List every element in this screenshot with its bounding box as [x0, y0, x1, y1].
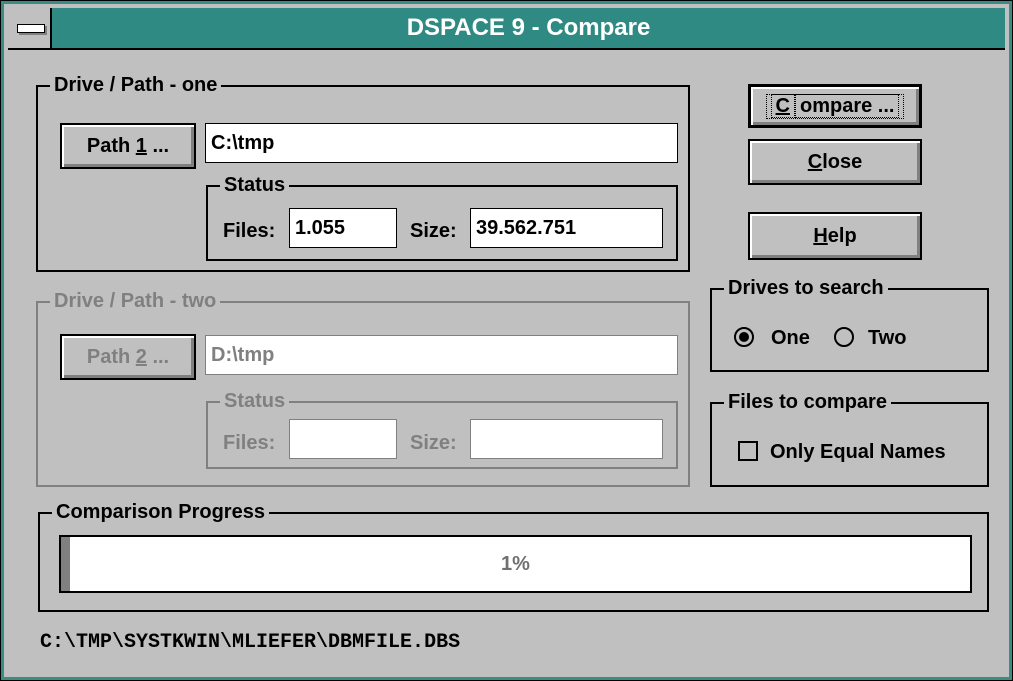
- files-to-compare-label: Files to compare: [724, 391, 891, 413]
- path-two-files-field: [289, 419, 397, 459]
- path-2-button-label: Path 2 ...: [86, 345, 170, 368]
- drive-one-radio[interactable]: [734, 327, 754, 347]
- comparison-progress-label: Comparison Progress: [52, 501, 269, 523]
- path-one-files-field: 1.055: [289, 208, 397, 248]
- path-two-size-field: [470, 419, 663, 459]
- compare-dialog: DSPACE 9 - Compare Drive / Path - one Pa…: [0, 0, 1013, 681]
- drives-to-search-label: Drives to search: [724, 277, 888, 299]
- close-button-label: Close: [807, 150, 863, 173]
- path-two-group-label: Drive / Path - two: [50, 290, 221, 312]
- help-button[interactable]: Help: [748, 212, 922, 260]
- window-title: DSPACE 9 - Compare: [406, 14, 651, 41]
- path-one-status-label: Status: [220, 174, 290, 196]
- drive-one-label[interactable]: One: [771, 327, 810, 350]
- only-equal-names-checkbox[interactable]: [738, 441, 758, 461]
- system-menu-button[interactable]: [8, 8, 52, 48]
- compare-button[interactable]: Compare ...: [748, 84, 922, 128]
- progress-percent-text: 1%: [501, 552, 530, 575]
- path-two-size-label: Size:: [410, 432, 457, 454]
- path-one-group-label: Drive / Path - one: [50, 74, 222, 96]
- drive-two-label[interactable]: Two: [868, 327, 907, 350]
- system-menu-icon: [17, 24, 45, 33]
- compare-button-label: Compare ...: [765, 93, 905, 119]
- path-2-input[interactable]: D:\tmp: [205, 335, 678, 375]
- title-bar[interactable]: DSPACE 9 - Compare: [8, 8, 1005, 50]
- path-1-button-label: Path 1 ...: [86, 134, 170, 157]
- path-one-size-field: 39.562.751: [470, 208, 663, 248]
- help-button-label: Help: [813, 224, 857, 247]
- path-two-status-label: Status: [220, 390, 290, 412]
- close-button[interactable]: Close: [748, 139, 922, 185]
- path-one-size-label: Size:: [410, 220, 457, 242]
- current-file-path: C:\TMP\SYSTKWIN\MLIEFER\DBMFILE.DBS: [40, 631, 461, 654]
- progress-bar: 1%: [59, 535, 972, 593]
- only-equal-names-label[interactable]: Only Equal Names: [770, 441, 946, 464]
- path-1-button[interactable]: Path 1 ...: [60, 123, 196, 169]
- path-one-files-label: Files:: [223, 220, 276, 242]
- drive-two-radio[interactable]: [834, 327, 854, 347]
- path-2-button[interactable]: Path 2 ...: [60, 334, 196, 380]
- path-1-input[interactable]: C:\tmp: [205, 123, 678, 163]
- path-two-files-label: Files:: [223, 432, 276, 454]
